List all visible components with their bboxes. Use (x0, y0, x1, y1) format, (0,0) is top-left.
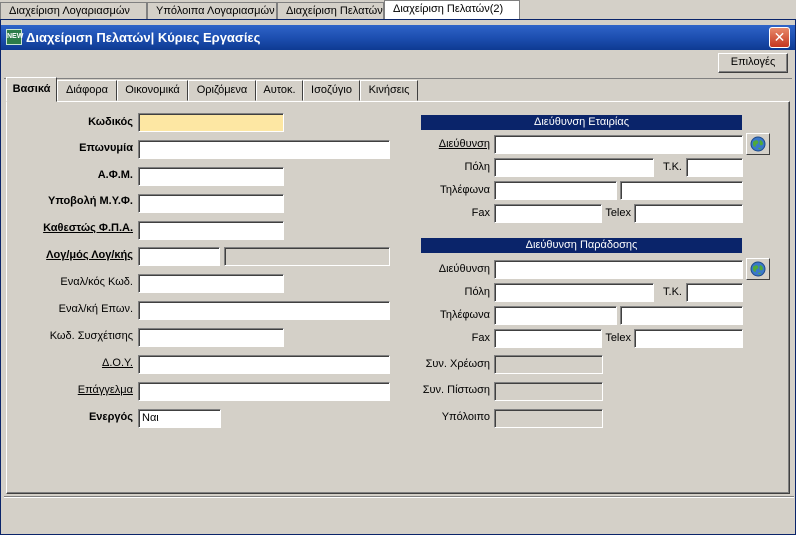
delivery-address-label: Διεύθυνση (438, 263, 490, 275)
tab-basic[interactable]: Βασικά (6, 77, 57, 102)
tab-trial-balance[interactable]: Ισοζύγιο (303, 80, 360, 101)
delivery-city-label: Πόλη (464, 286, 490, 298)
active-input[interactable]: Ναι (138, 409, 221, 428)
delivery-zip-label: Τ.Κ. (663, 286, 682, 298)
vat-status-label[interactable]: Καθεστώς Φ.Π.Α. (21, 222, 133, 234)
company-address-input[interactable] (494, 135, 743, 154)
myf-label: Υποβολή Μ.Υ.Φ. (48, 195, 133, 207)
doc-tab-customer-management-2[interactable]: Διαχείριση Πελατών(2) (384, 0, 520, 19)
company-phones-label: Τηλέφωνα (439, 184, 490, 196)
tab-auto[interactable]: Αυτοκ. (256, 80, 303, 101)
company-telex-label: Telex (605, 207, 631, 219)
globe-icon (750, 261, 766, 277)
balance-value (494, 409, 603, 428)
delivery-fax-label: Fax (471, 332, 490, 344)
options-button[interactable]: Επιλογές (718, 53, 788, 73)
doc-tab-account-balances[interactable]: Υπόλοιπα Λογαριασμών (147, 2, 277, 19)
total-credit-label: Συν. Πίστωση (422, 384, 490, 396)
window-title: Διαχείριση Πελατών| Κύριες Εργασίες (26, 30, 261, 45)
alt-name-label: Εναλ/κή Επων. (58, 303, 133, 315)
delivery-address-input[interactable] (494, 260, 743, 279)
myf-input[interactable] (138, 194, 284, 213)
customer-management-window: NEW Διαχείριση Πελατών| Κύριες Εργασίες … (0, 19, 796, 535)
gl-account-input[interactable] (138, 247, 220, 266)
doc-tab-customer-management[interactable]: Διαχείριση Πελατών (277, 2, 384, 19)
company-telex-input[interactable] (634, 204, 743, 223)
tab-financial[interactable]: Οικονομικά (117, 80, 188, 101)
doc-tab-account-management[interactable]: Διαχείριση Λογαριασμών (0, 2, 147, 19)
delivery-address-globe-button[interactable] (746, 258, 770, 280)
gl-account-label[interactable]: Λογ/μός Λογ/κής (21, 249, 133, 261)
name-label: Επωνυμία (79, 142, 133, 154)
tax-office-label[interactable]: Δ.Ο.Υ. (21, 357, 133, 369)
footer-divider (4, 496, 794, 498)
status-bar (4, 501, 794, 531)
app-icon: NEW (6, 29, 23, 45)
delivery-fax-input[interactable] (494, 329, 602, 348)
code-label: Κωδικός (88, 116, 133, 128)
window-title-bar: NEW Διαχείριση Πελατών| Κύριες Εργασίες … (1, 25, 795, 50)
company-phone1-input[interactable] (494, 181, 617, 200)
delivery-phone1-input[interactable] (494, 306, 617, 325)
alt-code-label: Εναλ/κός Κωδ. (60, 276, 133, 288)
occupation-input[interactable] (138, 382, 390, 401)
delivery-phone2-input[interactable] (620, 306, 743, 325)
company-zip-label: Τ.Κ. (663, 161, 682, 173)
company-address-globe-button[interactable] (746, 133, 770, 155)
relation-code-label: Κωδ. Συσχέτισης (49, 330, 133, 342)
name-input[interactable] (138, 140, 390, 159)
company-phone2-input[interactable] (620, 181, 743, 200)
toolbar-divider (4, 78, 792, 79)
alt-code-input[interactable] (138, 274, 284, 293)
relation-code-input[interactable] (138, 328, 284, 347)
close-icon: ✕ (773, 29, 786, 45)
company-address-label[interactable]: Διεύθυνση (411, 138, 490, 150)
delivery-zip-input[interactable] (686, 283, 743, 302)
close-button[interactable]: ✕ (769, 27, 790, 48)
afm-input[interactable] (138, 167, 284, 186)
delivery-city-input[interactable] (494, 283, 654, 302)
company-zip-input[interactable] (686, 158, 743, 177)
tab-misc[interactable]: Διάφορα (57, 80, 117, 101)
company-city-input[interactable] (494, 158, 654, 177)
globe-icon (750, 136, 766, 152)
company-fax-label: Fax (471, 207, 490, 219)
gl-account-description (224, 247, 390, 266)
delivery-telex-label: Telex (605, 332, 631, 344)
company-address-header: Διεύθυνση Εταιρίας (421, 115, 742, 130)
tab-user-defined[interactable]: Οριζόμενα (188, 80, 256, 101)
company-fax-input[interactable] (494, 204, 602, 223)
balance-label: Υπόλοιπο (441, 411, 490, 423)
code-input[interactable] (138, 113, 284, 132)
afm-label: Α.Φ.Μ. (97, 169, 133, 181)
total-debit-label: Συν. Χρέωση (425, 358, 490, 370)
delivery-telex-input[interactable] (634, 329, 743, 348)
alt-name-input[interactable] (138, 301, 390, 320)
vat-status-input[interactable] (138, 221, 284, 240)
active-label: Ενεργός (88, 411, 133, 423)
delivery-phones-label: Τηλέφωνα (439, 309, 490, 321)
company-city-label: Πόλη (464, 161, 490, 173)
delivery-address-header: Διεύθυνση Παράδοσης (421, 238, 742, 253)
occupation-label[interactable]: Επάγγελμα (21, 384, 133, 396)
total-debit-value (494, 355, 603, 374)
tab-transactions[interactable]: Κινήσεις (360, 80, 418, 101)
total-credit-value (494, 382, 603, 401)
document-tab-bar: Διαχείριση Λογαριασμών Υπόλοιπα Λογαριασ… (0, 0, 796, 19)
tax-office-input[interactable] (138, 355, 390, 374)
